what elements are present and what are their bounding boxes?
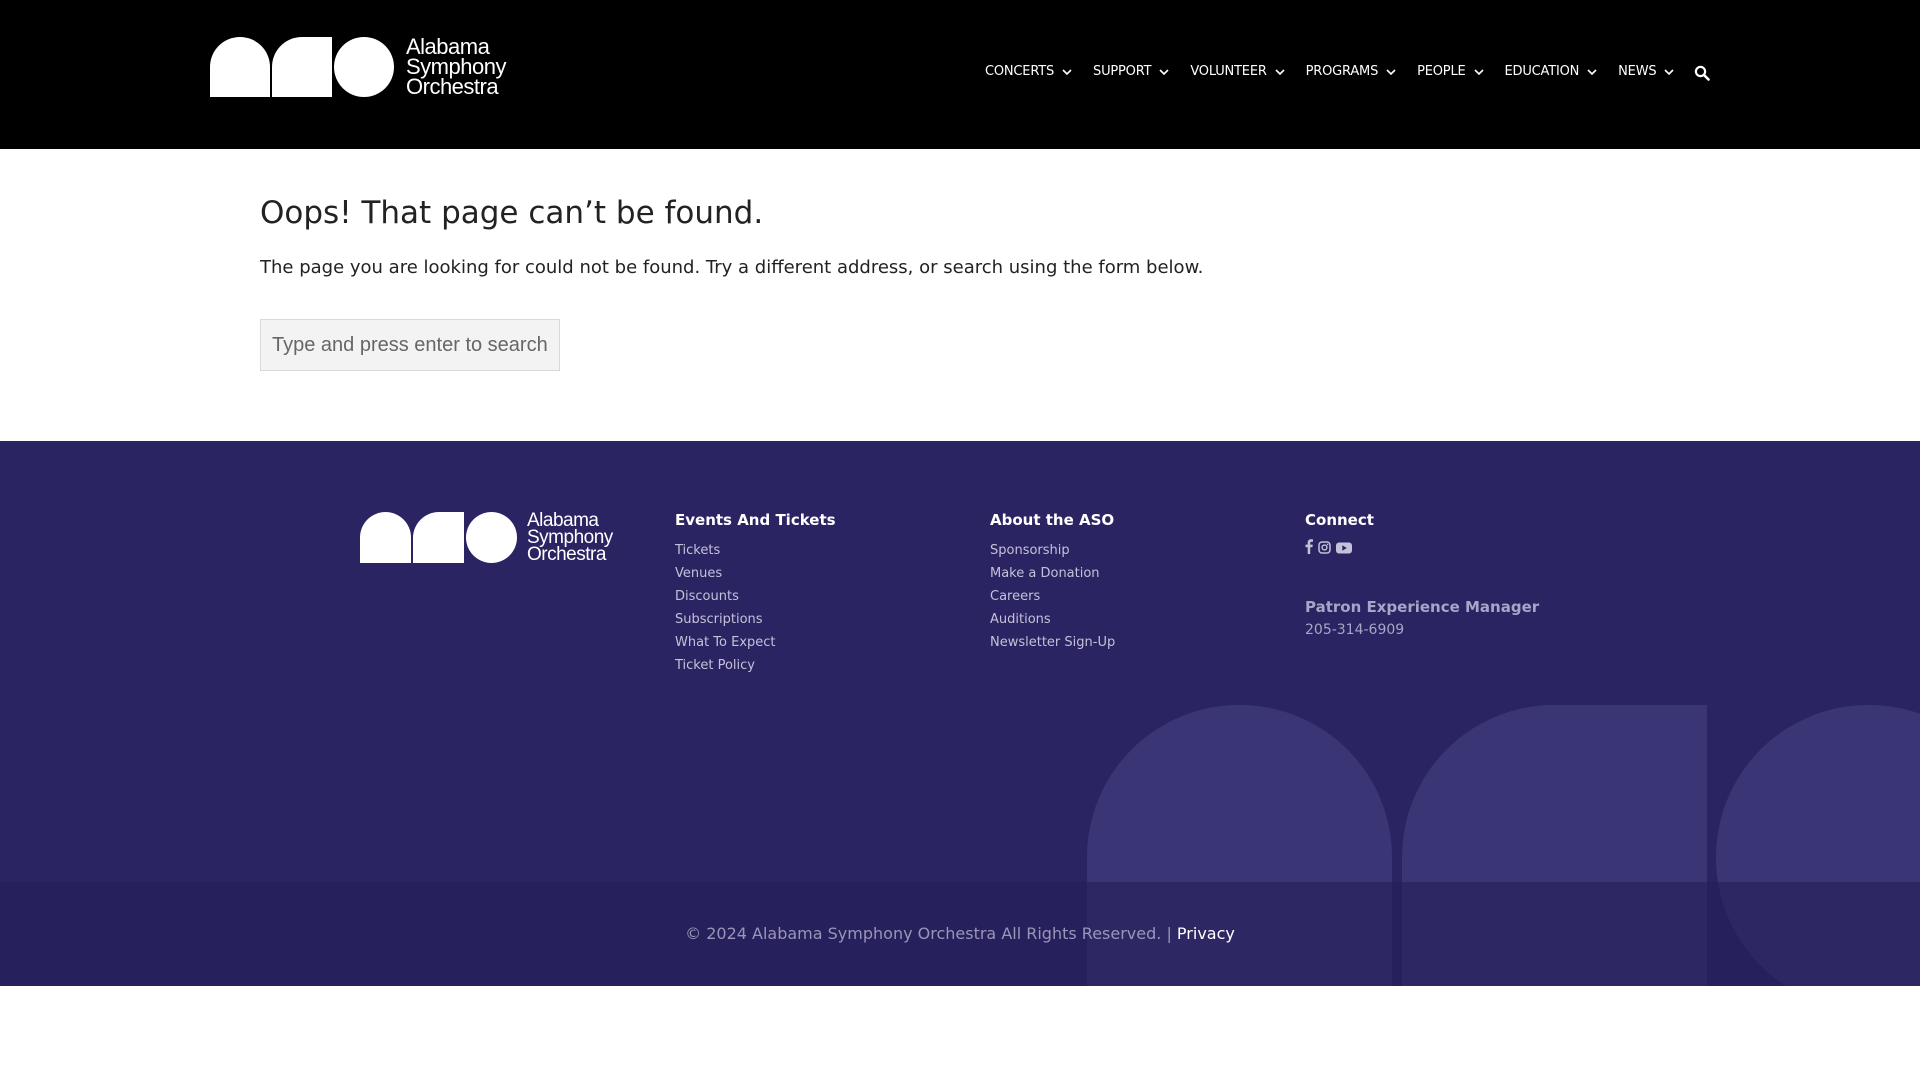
nav-item-programs[interactable]: PROGRAMS	[1306, 64, 1397, 79]
footer-link-auditions[interactable]: Auditions	[990, 608, 1115, 631]
nav-item-news[interactable]: NEWS	[1618, 64, 1675, 79]
nav-item-label: PEOPLE	[1417, 64, 1466, 79]
logo-shape-circle	[466, 511, 517, 563]
footer-link-tickets[interactable]: Tickets	[675, 539, 836, 562]
footer-logo[interactable]: Alabama Symphony Orchestra	[360, 509, 613, 565]
logo-line-2: Symphony	[527, 526, 613, 548]
privacy-link[interactable]: Privacy	[1177, 924, 1235, 943]
logo-shape-circle	[334, 37, 394, 97]
footer-link-sponsorship[interactable]: Sponsorship	[990, 539, 1115, 562]
copyright-line: © 2024 Alabama Symphony Orchestra All Ri…	[0, 924, 1920, 943]
footer-link-make-a-donation[interactable]: Make a Donation	[990, 562, 1115, 585]
chevron-down-icon	[1386, 68, 1396, 75]
footer-link-venues[interactable]: Venues	[675, 562, 836, 585]
page-description: The page you are looking for could not b…	[260, 257, 1204, 278]
footer-link-newsletter-signup[interactable]: Newsletter Sign-Up	[990, 631, 1115, 654]
logo-shape-arch	[360, 511, 411, 563]
nav-item-label: NEWS	[1618, 64, 1657, 79]
footer-connect-heading: Connect	[1305, 511, 1374, 529]
social-icons	[1305, 539, 1539, 558]
footer-connect-column: Connect Patron Experience Manager 205-31…	[1305, 511, 1539, 638]
search-icon[interactable]	[1694, 65, 1710, 81]
logo-shape-quarter	[272, 37, 332, 97]
nav-item-label: CONCERTS	[985, 64, 1055, 79]
chevron-down-icon	[1275, 68, 1285, 75]
footer-link-careers[interactable]: Careers	[990, 585, 1115, 608]
nav-item-label: VOLUNTEER	[1190, 64, 1267, 79]
nav-item-concerts[interactable]: CONCERTS	[985, 64, 1073, 79]
page-title: Oops! That page can’t be found.	[260, 195, 764, 231]
chevron-down-icon	[1587, 68, 1597, 75]
nav-item-support[interactable]: SUPPORT	[1093, 64, 1170, 79]
chevron-down-icon	[1473, 68, 1484, 75]
contact-title: Patron Experience Manager	[1305, 598, 1540, 616]
footer-about-heading: About the ASO	[990, 511, 1115, 529]
logo-line-1: Alabama	[527, 509, 599, 531]
footer-events-column: Events And Tickets Tickets Venues Discou…	[675, 511, 836, 677]
site-logo[interactable]: Alabama Symphony Orchestra	[210, 36, 506, 98]
nav-item-volunteer[interactable]: VOLUNTEER	[1190, 64, 1285, 79]
footer-link-subscriptions[interactable]: Subscriptions	[675, 608, 836, 631]
logo-line-3: Orchestra	[406, 74, 499, 99]
logo-line-3: Orchestra	[527, 543, 606, 565]
footer-link-ticket-policy[interactable]: Ticket Policy	[675, 654, 836, 677]
nav-item-label: PROGRAMS	[1305, 64, 1379, 79]
copyright-text: © 2024 Alabama Symphony Orchestra All Ri…	[685, 924, 1172, 943]
nav-item-label: EDUCATION	[1504, 64, 1580, 79]
logo-marks	[210, 37, 394, 97]
chevron-down-icon	[1664, 68, 1674, 75]
footer-events-links: Tickets Venues Discounts Subscriptions W…	[675, 539, 836, 677]
facebook-icon[interactable]	[1305, 539, 1313, 558]
site-footer: Alabama Symphony Orchestra Events And Ti…	[0, 441, 1920, 986]
instagram-icon[interactable]	[1318, 539, 1331, 558]
footer-events-heading: Events And Tickets	[675, 511, 836, 529]
chevron-down-icon	[1062, 68, 1072, 75]
footer-link-discounts[interactable]: Discounts	[675, 585, 836, 608]
site-header: Alabama Symphony Orchestra CONCERTS SUPP…	[0, 0, 1920, 149]
nav-item-label: SUPPORT	[1093, 64, 1152, 79]
nav-item-education[interactable]: EDUCATION	[1505, 64, 1599, 79]
logo-marks	[360, 511, 517, 563]
logo-shape-quarter	[413, 511, 464, 563]
chevron-down-icon	[1159, 68, 1169, 75]
youtube-icon[interactable]	[1336, 539, 1352, 558]
logo-wordmark: Alabama Symphony Orchestra	[406, 36, 506, 99]
contact-phone[interactable]: 205-314-6909	[1305, 622, 1539, 638]
search-input[interactable]	[260, 319, 560, 371]
footer-link-what-to-expect[interactable]: What To Expect	[675, 631, 836, 654]
logo-shape-arch	[210, 37, 270, 97]
footer-about-links: Sponsorship Make a Donation Careers Audi…	[990, 539, 1115, 654]
nav-item-people[interactable]: PEOPLE	[1417, 64, 1484, 79]
logo-wordmark: Alabama Symphony Orchestra	[527, 509, 613, 565]
footer-about-column: About the ASO Sponsorship Make a Donatio…	[990, 511, 1115, 654]
main-nav: CONCERTS SUPPORT VOLUNTEER PROGRAMS PEOP…	[985, 64, 1695, 79]
